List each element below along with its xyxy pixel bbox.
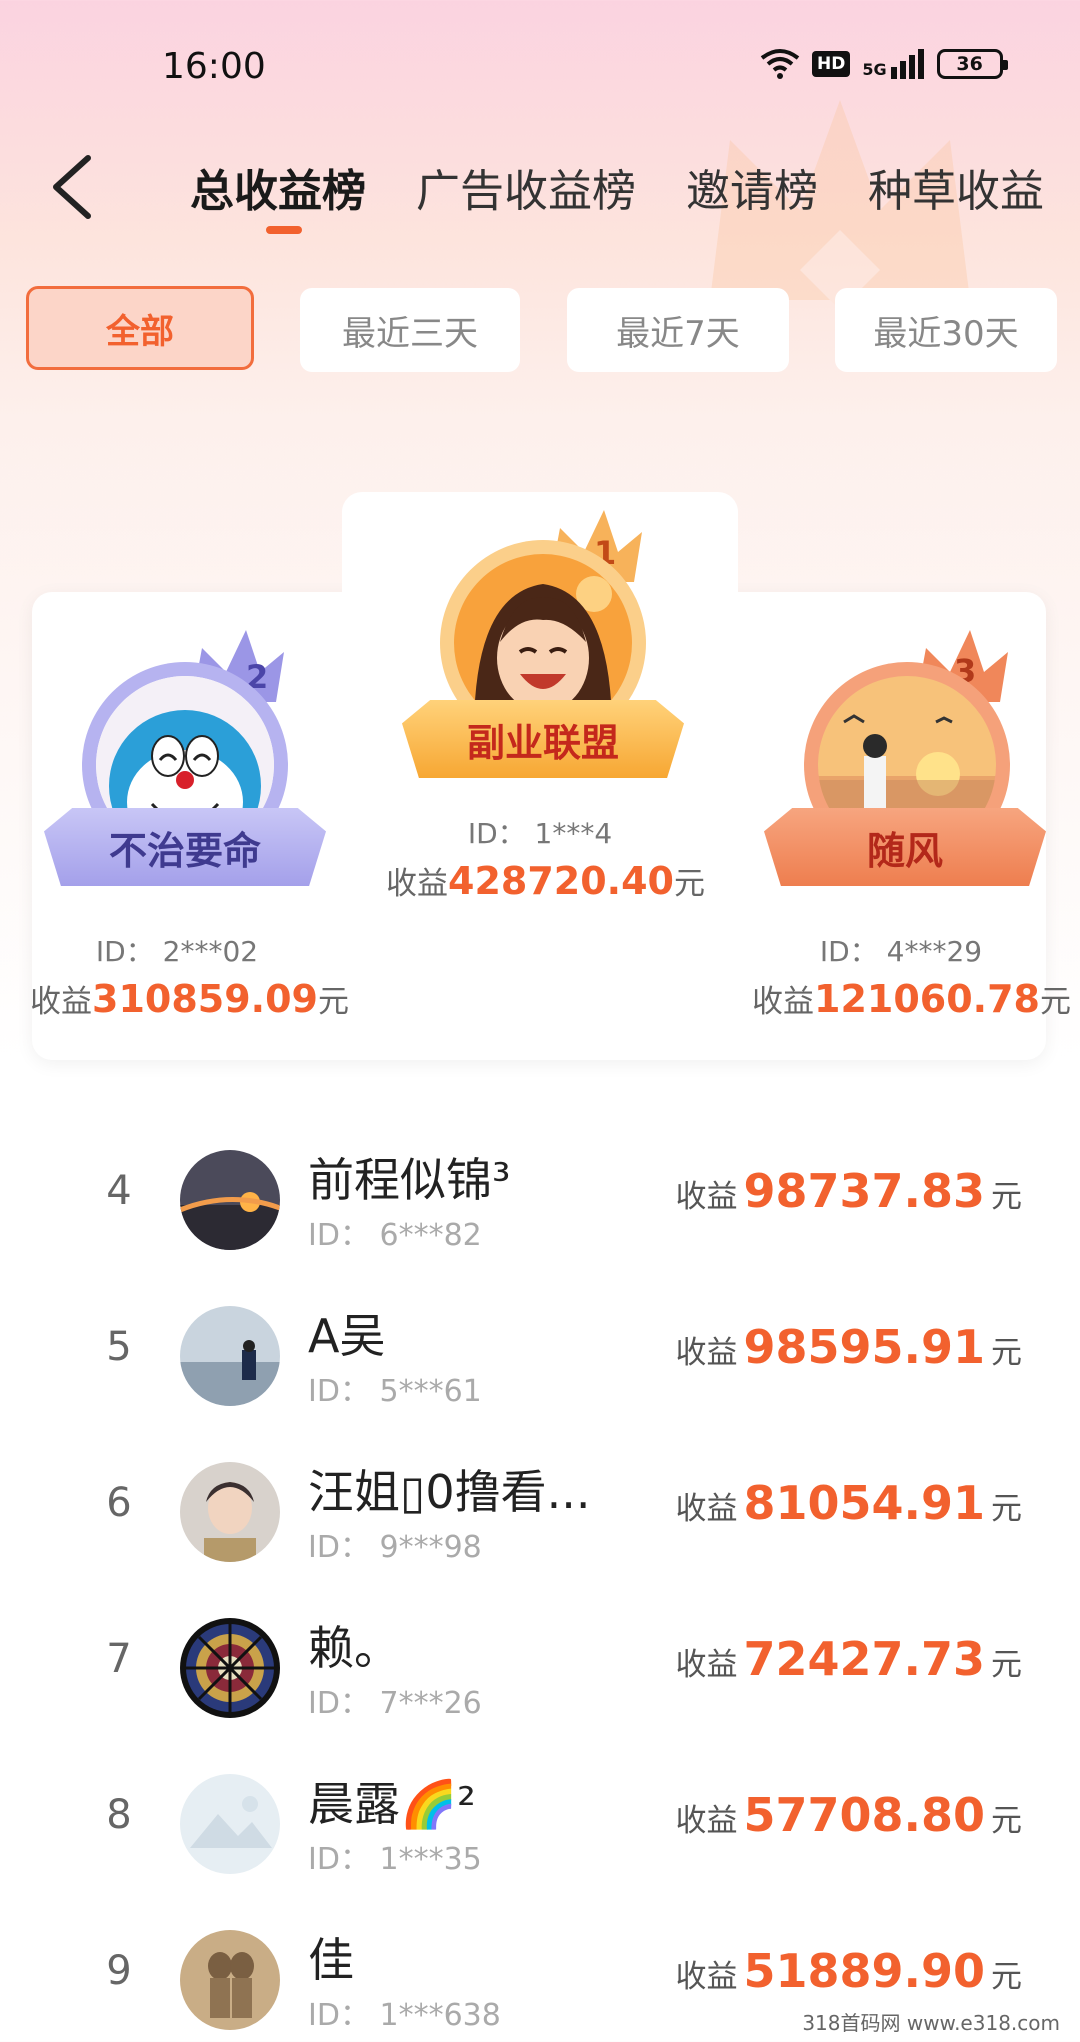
wifi-icon [760,49,800,79]
list-item[interactable]: 5 A吴 ID： 5***61 收益 98595.91 元 [0,1278,1080,1434]
tab-bar: 总收益榜 广告收益榜 邀请榜 种草收益 [190,155,1080,219]
tab-seeding-income[interactable]: 种草收益 [868,155,1044,219]
user-name: A吴 [308,1309,386,1363]
user-income: 收益 98737.83 元 [675,1164,1022,1218]
user-name: 汪姐▯0撸看... [308,1465,591,1519]
user-income: 收益 98595.91 元 [675,1320,1022,1374]
rank-number: 5 [106,1324,132,1370]
podium-income: 收益310859.09元 [30,977,349,1021]
status-time: 16:00 [162,46,266,87]
avatar [180,1150,280,1250]
tab-invite[interactable]: 邀请榜 [686,155,818,219]
user-id: ID： 1***638 [308,1998,501,2033]
name-ribbon: 随风 [764,808,1046,886]
podium-income: 收益121060.78元 [752,977,1071,1021]
avatar [180,1774,280,1874]
user-income: 收益 51889.90 元 [675,1944,1022,1998]
podium-id: ID： 4***29 [819,935,983,968]
rank-number: 9 [106,1948,132,1994]
avatar [180,1306,280,1406]
back-button[interactable] [44,150,108,224]
list-item[interactable]: 8 晨露🌈² ID： 1***35 收益 57708.80 元 [0,1746,1080,1902]
user-id: ID： 1***35 [308,1842,482,1877]
active-tab-indicator [266,226,302,234]
network-label: 5G [862,60,887,79]
watermark: 318首码网 www.e318.com [796,2005,1066,2038]
signal-icon: 5G [862,49,924,79]
list-item[interactable]: 6 汪姐▯0撸看... ID： 9***98 收益 81054.91 元 [0,1434,1080,1590]
battery-icon: 36 [936,49,1008,79]
filter-last-3-days[interactable]: 最近三天 [300,288,520,372]
avatar [180,1930,280,2030]
chevron-left-icon [53,155,91,219]
rank-number: 4 [106,1168,132,1214]
avatar [180,1462,280,1562]
filter-last-7-days[interactable]: 最近7天 [567,288,789,372]
user-name: 晨露🌈² [308,1777,476,1831]
hd-icon: HD [812,51,851,77]
podium-name: 随风 [866,828,943,873]
podium-income: 收益428720.40元 [386,859,705,903]
list-item[interactable]: 7 赖。 ID： 7***26 收益 72427.73 元 [0,1590,1080,1746]
user-name: 赖。 [308,1621,400,1675]
podium-name: 副业联盟 [466,720,619,765]
user-id: ID： 7***26 [308,1686,482,1721]
rank-number: 8 [106,1792,132,1838]
tab-total-income[interactable]: 总收益榜 [190,155,366,219]
user-id: ID： 5***61 [308,1374,482,1409]
podium-name: 不治要命 [108,828,261,873]
podium-id: ID： 1***4 [467,817,613,850]
user-id: ID： 9***98 [308,1530,482,1565]
list-item[interactable]: 4 前程似锦³ ID： 6***82 收益 98737.83 元 [0,1122,1080,1278]
user-id: ID： 6***82 [308,1218,482,1253]
user-name: 前程似锦³ [308,1153,511,1207]
rank-number: 6 [106,1480,132,1526]
user-income: 收益 72427.73 元 [675,1632,1022,1686]
filter-last-30-days[interactable]: 最近30天 [835,288,1057,372]
user-income: 收益 81054.91 元 [675,1476,1022,1530]
name-ribbon: 副业联盟 [402,700,684,778]
tab-ad-income[interactable]: 广告收益榜 [416,155,636,219]
status-icons: HD 5G 36 [760,48,1008,80]
podium-id: ID： 2***02 [95,935,259,968]
user-income: 收益 57708.80 元 [675,1788,1022,1842]
filter-all[interactable]: 全部 [26,286,254,370]
avatar [180,1618,280,1718]
battery-level: 36 [956,53,983,75]
rank-number: 7 [106,1636,132,1682]
name-ribbon: 不治要命 [44,808,326,886]
user-name: 佳 [308,1933,354,1987]
